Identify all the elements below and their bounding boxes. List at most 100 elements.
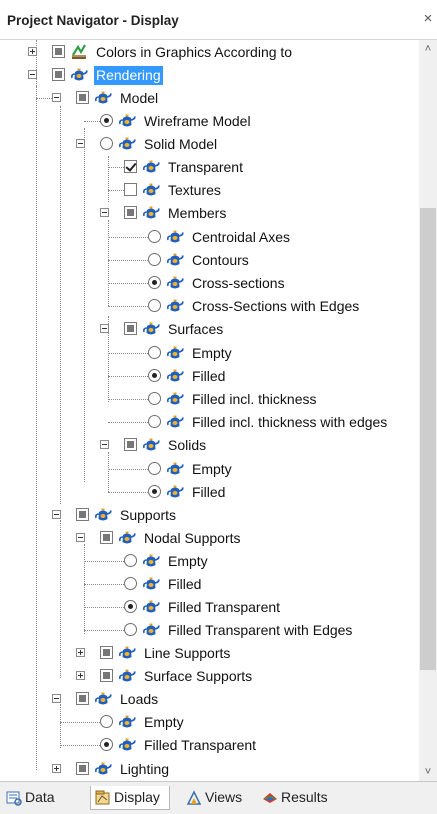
- vertical-scrollbar[interactable]: ˄ ˅: [419, 40, 437, 781]
- results-icon: [263, 793, 277, 803]
- tree-item-colors-in-graphics[interactable]: Colors in Graphics According to: [0, 41, 419, 64]
- tab-label: Results: [281, 789, 328, 805]
- tree-item-cross-sections[interactable]: Cross-sections: [0, 272, 419, 295]
- radio-button[interactable]: [148, 276, 161, 289]
- tree-item-loads-empty[interactable]: Empty: [0, 711, 419, 734]
- close-icon[interactable]: ×: [421, 11, 435, 27]
- radio-button[interactable]: [148, 415, 161, 428]
- radio-button[interactable]: [124, 577, 137, 590]
- collapse-button[interactable]: [100, 440, 109, 449]
- tree-item-textures[interactable]: Textures: [0, 179, 419, 202]
- radio-button[interactable]: [124, 623, 137, 636]
- collapse-button[interactable]: [52, 510, 61, 519]
- tree-item-line-supports[interactable]: Line Supports: [0, 642, 419, 665]
- tree-item-surfaces[interactable]: Surfaces: [0, 318, 419, 341]
- radio-button[interactable]: [124, 600, 137, 613]
- tree-label: Surface Supports: [144, 668, 253, 684]
- tree-connector: [84, 561, 124, 562]
- tree-item-surfaces-empty[interactable]: Empty: [0, 342, 419, 365]
- tree-item-solids-filled[interactable]: Filled: [0, 481, 419, 504]
- tab-display[interactable]: Display: [90, 786, 170, 810]
- radio-button[interactable]: [100, 137, 113, 150]
- tree-item-loads-filled-transparent[interactable]: Filled Transparent: [0, 734, 419, 757]
- radio-button[interactable]: [148, 346, 161, 359]
- tree-connector: [84, 607, 124, 608]
- collapse-button[interactable]: [52, 694, 61, 703]
- teapot-icon: [118, 112, 136, 130]
- checkbox[interactable]: [124, 160, 137, 173]
- tree-item-nodal-empty[interactable]: Empty: [0, 550, 419, 573]
- tree-label-selected: Rendering: [94, 66, 163, 85]
- checkbox[interactable]: [100, 646, 113, 659]
- tree-item-contours[interactable]: Contours: [0, 249, 419, 272]
- tree-item-loads[interactable]: Loads: [0, 688, 419, 711]
- radio-button[interactable]: [148, 485, 161, 498]
- radio-button[interactable]: [148, 392, 161, 405]
- checkbox[interactable]: [76, 762, 89, 775]
- tab-views[interactable]: Views: [182, 786, 252, 810]
- expand-button[interactable]: [76, 648, 85, 657]
- tree-item-model[interactable]: Model: [0, 87, 419, 110]
- tree-item-supports[interactable]: Supports: [0, 504, 419, 527]
- tree-item-members[interactable]: Members: [0, 202, 419, 225]
- tree-label: Filled Transparent: [168, 599, 281, 615]
- radio-button[interactable]: [100, 738, 113, 751]
- collapse-button[interactable]: [28, 70, 37, 79]
- tree-item-nodal-filled-transparent[interactable]: Filled Transparent: [0, 596, 419, 619]
- radio-button[interactable]: [148, 369, 161, 382]
- tree-item-centroidal-axes[interactable]: Centroidal Axes: [0, 226, 419, 249]
- checkbox[interactable]: [124, 206, 137, 219]
- scrollbar-thumb[interactable]: [420, 208, 436, 670]
- collapse-button[interactable]: [76, 533, 85, 542]
- tree-item-surfaces-filled-thickness-edges[interactable]: Filled incl. thickness with edges: [0, 411, 419, 434]
- collapse-button[interactable]: [76, 139, 85, 148]
- scroll-up-icon[interactable]: ˄: [419, 40, 437, 58]
- tree-item-solids-empty[interactable]: Empty: [0, 458, 419, 481]
- tab-data[interactable]: Data: [2, 786, 70, 810]
- tree-item-nodal-filled-transparent-edges[interactable]: Filled Transparent with Edges: [0, 619, 419, 642]
- collapse-button[interactable]: [100, 208, 109, 217]
- palette-icon: [70, 43, 88, 61]
- radio-button[interactable]: [148, 462, 161, 475]
- tree-item-surfaces-filled[interactable]: Filled: [0, 365, 419, 388]
- collapse-button[interactable]: [100, 324, 109, 333]
- radio-button[interactable]: [100, 114, 113, 127]
- radio-button[interactable]: [148, 230, 161, 243]
- teapot-icon: [118, 529, 136, 547]
- tree-item-solid-model[interactable]: Solid Model: [0, 133, 419, 156]
- tree-item-nodal-filled[interactable]: Filled: [0, 573, 419, 596]
- checkbox[interactable]: [76, 692, 89, 705]
- expand-button[interactable]: [52, 764, 61, 773]
- teapot-icon: [118, 644, 136, 662]
- tab-label: Data: [25, 789, 55, 805]
- checkbox[interactable]: [52, 45, 65, 58]
- scroll-down-icon[interactable]: ˅: [419, 763, 437, 781]
- tree-item-nodal-supports[interactable]: Nodal Supports: [0, 527, 419, 550]
- tab-results[interactable]: Results: [258, 786, 348, 810]
- checkbox[interactable]: [100, 669, 113, 682]
- radio-button[interactable]: [148, 253, 161, 266]
- radio-button[interactable]: [148, 299, 161, 312]
- tree-item-surfaces-filled-thickness[interactable]: Filled incl. thickness: [0, 388, 419, 411]
- tree-label: Supports: [120, 507, 177, 523]
- expand-button[interactable]: [28, 47, 37, 56]
- radio-button[interactable]: [124, 554, 137, 567]
- tree-item-rendering[interactable]: Rendering: [0, 64, 419, 87]
- tree-item-transparent[interactable]: Transparent: [0, 156, 419, 202]
- tree-item-cross-sections-with-edges[interactable]: Cross-Sections with Edges: [0, 295, 419, 318]
- checkbox[interactable]: [52, 68, 65, 81]
- tree-item-solids[interactable]: Solids: [0, 434, 419, 457]
- checkbox[interactable]: [76, 508, 89, 521]
- radio-button[interactable]: [100, 715, 113, 728]
- tree-label: Empty: [192, 345, 232, 361]
- checkbox[interactable]: [100, 531, 113, 544]
- checkbox[interactable]: [124, 183, 137, 196]
- expand-button[interactable]: [76, 671, 85, 680]
- tree-item-surface-supports[interactable]: Surface Supports: [0, 665, 419, 688]
- checkbox[interactable]: [124, 322, 137, 335]
- collapse-button[interactable]: [52, 93, 61, 102]
- tree-item-lighting[interactable]: Lighting: [0, 758, 419, 781]
- checkbox[interactable]: [124, 438, 137, 451]
- checkbox[interactable]: [76, 91, 89, 104]
- tree-item-wireframe-model[interactable]: Wireframe Model: [0, 110, 419, 133]
